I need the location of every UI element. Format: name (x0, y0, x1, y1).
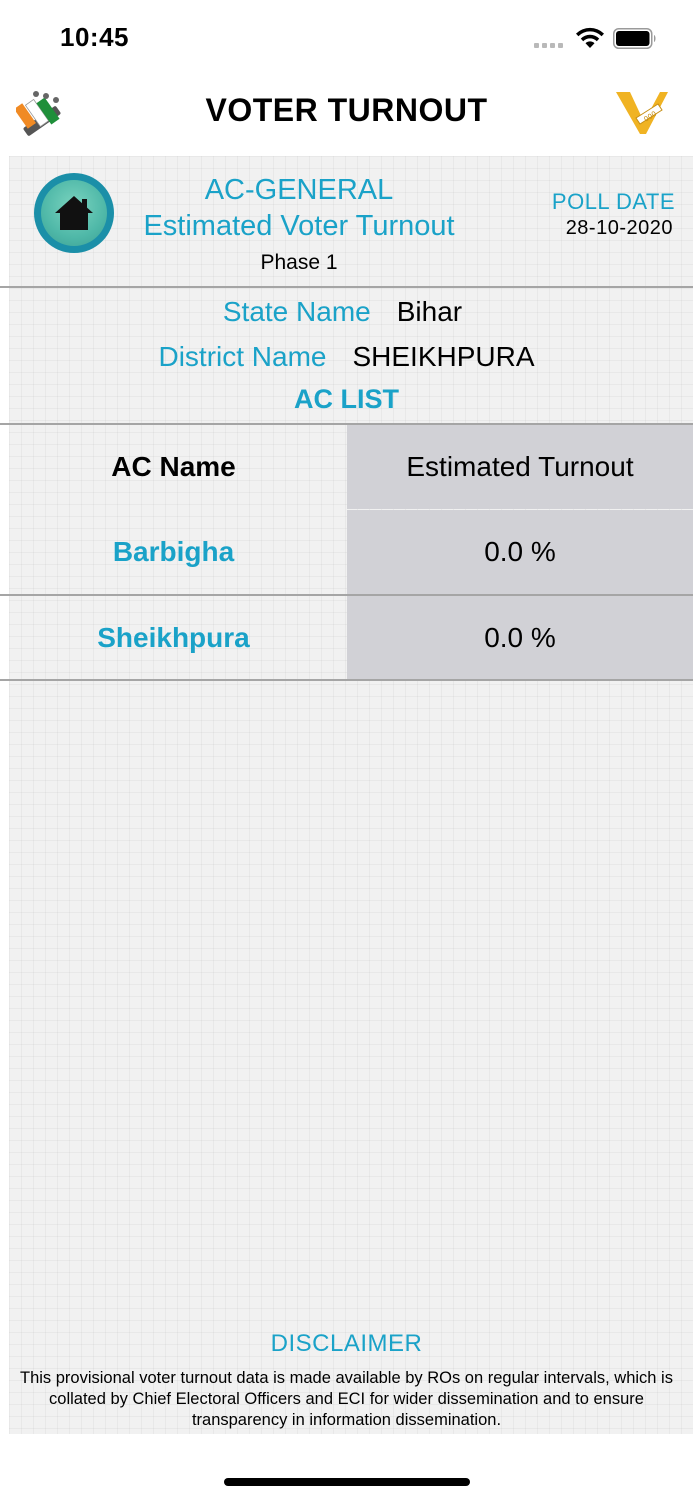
home-indicator[interactable] (224, 1478, 470, 1486)
page-title: VOTER TURNOUT (205, 92, 488, 128)
header-subtitle: Estimated Voter Turnout (143, 210, 455, 242)
ac-name-link[interactable]: Barbigha (0, 510, 347, 594)
navigation-bar: VOTER TURNOUT 000 (0, 76, 693, 156)
divider (0, 286, 693, 288)
divider (0, 679, 693, 681)
v-logo-icon[interactable]: 000 (614, 86, 670, 138)
column-header-estimated-turnout: Estimated Turnout (347, 425, 693, 509)
battery-icon (613, 28, 656, 49)
poll-date-value: 28-10-2020 (565, 217, 673, 239)
turnout-value: 0.0 % (347, 596, 693, 680)
table-row[interactable]: Sheikhpura 0.0 % (0, 596, 693, 680)
signal-icon (534, 40, 566, 48)
state-label: State Name (222, 296, 371, 327)
district-value: SHEIKHPURA (352, 341, 535, 372)
column-header-ac-name: AC Name (111, 451, 236, 482)
election-type: AC-GENERAL (204, 174, 394, 206)
state-value: Bihar (396, 296, 463, 327)
table-header-row: AC Name Estimated Turnout (0, 425, 693, 509)
home-icon-background (41, 180, 107, 246)
table-row[interactable]: Barbigha 0.0 % (0, 510, 693, 594)
disclaimer-title: DISCLAIMER (270, 1330, 423, 1357)
disclaimer-text: This provisional voter turnout data is m… (20, 1369, 673, 1429)
district-label: District Name (158, 341, 327, 372)
status-time: 10:45 (60, 22, 129, 52)
state-row: State Name Bihar (0, 296, 693, 328)
home-icon (55, 196, 93, 230)
ac-name-link[interactable]: Sheikhpura (0, 596, 347, 680)
poll-date-label: POLL DATE (551, 189, 675, 214)
district-row: District Name SHEIKHPURA (0, 341, 693, 373)
wifi-icon (576, 27, 604, 48)
phase-label: Phase 1 (260, 251, 338, 274)
status-bar: 10:45 (0, 0, 693, 76)
home-button[interactable] (34, 173, 114, 253)
ac-list-title: AC LIST (294, 384, 399, 414)
turnout-value: 0.0 % (347, 510, 693, 594)
